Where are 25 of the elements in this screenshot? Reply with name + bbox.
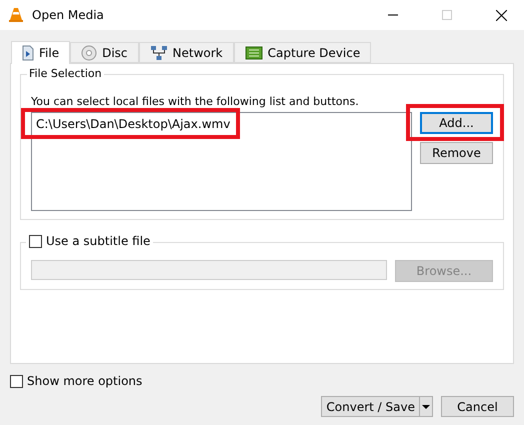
- convert-save-button[interactable]: Convert / Save: [322, 397, 420, 416]
- close-icon: [496, 10, 506, 20]
- checkbox-label: Use a subtitle file: [46, 234, 150, 248]
- maximize-icon: [442, 10, 452, 20]
- checkbox-label: Show more options: [27, 374, 142, 388]
- disc-icon: [81, 44, 98, 60]
- checkbox[interactable]: [10, 374, 23, 388]
- window-title: Open Media: [32, 8, 105, 22]
- checkbox[interactable]: [29, 234, 42, 248]
- tab[interactable]: Capture Device: [234, 42, 372, 63]
- caret-icon: [422, 404, 430, 408]
- list-action-button[interactable]: Add...: [420, 112, 493, 134]
- traffic-cone-icon: [8, 7, 24, 23]
- tab[interactable]: Network: [138, 42, 234, 63]
- media-file-icon: [22, 45, 34, 61]
- tab[interactable]: Disc: [70, 42, 139, 63]
- list-action-button[interactable]: Remove: [420, 142, 493, 164]
- cancel-button[interactable]: Cancel: [441, 396, 514, 417]
- file-list[interactable]: C:\Users\Dan\Desktop\Ajax.wmv: [31, 112, 412, 211]
- network-icon: [150, 44, 168, 60]
- capture-card-icon: [244, 46, 263, 60]
- group-title: File Selection: [27, 67, 104, 80]
- hint-text: You can select local files with the following list and buttons.: [31, 95, 360, 108]
- file-list-item[interactable]: C:\Users\Dan\Desktop\Ajax.wmv: [36, 117, 407, 131]
- tab[interactable]: File: [11, 41, 70, 64]
